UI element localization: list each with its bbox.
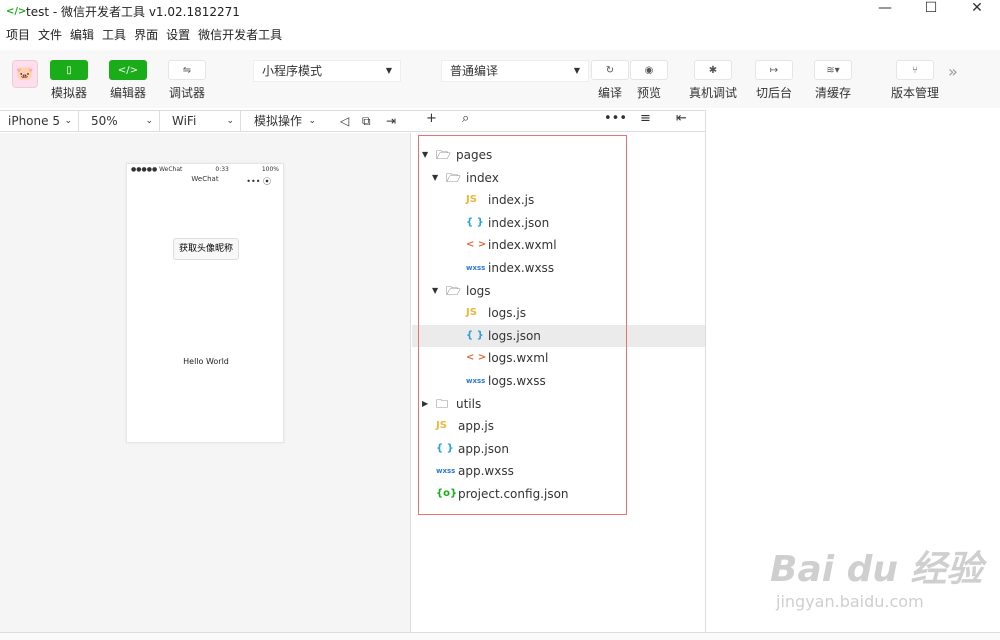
get-userinfo-button[interactable]: 获取头像昵称 bbox=[173, 238, 239, 260]
divider bbox=[78, 111, 79, 131]
compile-button[interactable]: ↻ 编译 bbox=[591, 60, 629, 101]
layers-icon: ≋▾ bbox=[814, 60, 852, 80]
menu-project[interactable]: 项目 bbox=[6, 24, 30, 46]
menu-file[interactable]: 文件 bbox=[38, 24, 62, 46]
switch-background-icon: ↦ bbox=[755, 60, 793, 80]
window-title: test - 微信开发者工具 v1.02.1812271 bbox=[26, 4, 240, 19]
debugger-label: 调试器 bbox=[168, 86, 205, 100]
background-label: 切后台 bbox=[755, 86, 792, 100]
background-button[interactable]: ↦ 切后台 bbox=[755, 60, 793, 101]
capsule-menu-icon[interactable]: ••• ⦿ bbox=[246, 176, 271, 187]
preview-button[interactable]: ◉ 预览 bbox=[630, 60, 668, 101]
hello-text: Hello World bbox=[183, 357, 229, 366]
menu-wechat-devtools[interactable]: 微信开发者工具 bbox=[198, 24, 282, 46]
main-toolbar: 🐷 ▯ 模拟器 </> 编辑器 ⇋ 调试器 小程序模式 ▼ 普通编译 ▼ ↻ 编… bbox=[0, 50, 1000, 108]
operation-value: 模拟操作 bbox=[254, 114, 303, 128]
add-icon[interactable]: + bbox=[426, 111, 437, 126]
status-bar bbox=[0, 632, 1000, 640]
zoom-select[interactable]: 50% ⌄ bbox=[83, 111, 159, 131]
chevron-down-icon: ▼ bbox=[385, 66, 392, 75]
simulator-button[interactable]: ▯ 模拟器 bbox=[50, 60, 88, 101]
operation-select[interactable]: 模拟操作 ⌄ bbox=[246, 111, 322, 131]
branch-icon: ⑂ bbox=[896, 60, 934, 80]
avatar[interactable]: 🐷 bbox=[12, 60, 38, 88]
minimize-icon[interactable]: — bbox=[862, 0, 908, 22]
compile-select-value: 普通编译 bbox=[450, 64, 499, 78]
mode-select[interactable]: 小程序模式 ▼ bbox=[253, 60, 401, 82]
menu-view[interactable]: 界面 bbox=[134, 24, 158, 46]
nav-title: WeChat bbox=[191, 175, 219, 183]
compile-select[interactable]: 普通编译 ▼ bbox=[441, 60, 589, 82]
title-bar: </> test - 微信开发者工具 v1.02.1812271 — ☐ ✕ bbox=[0, 0, 1000, 22]
chevron-down-icon: ⌄ bbox=[145, 116, 153, 126]
preview-label: 预览 bbox=[636, 86, 661, 100]
search-icon[interactable]: ⌕ bbox=[462, 111, 469, 126]
clear-cache-button[interactable]: ≋▾ 清缓存 bbox=[814, 60, 852, 101]
chevron-down-icon: ⌄ bbox=[64, 116, 72, 126]
watermark-url: jingyan.baidu.com bbox=[776, 592, 924, 611]
more-chevron-icon[interactable]: » bbox=[948, 62, 958, 81]
watermark: Bai du 经验 jingyan.baidu.com bbox=[770, 540, 983, 611]
version-label: 版本管理 bbox=[891, 86, 940, 100]
eye-icon: ◉ bbox=[630, 60, 668, 80]
battery-text: 100% bbox=[261, 166, 279, 173]
watermark-brand: Bai du 经验 bbox=[770, 549, 983, 590]
time-text: 0:33 bbox=[215, 166, 229, 173]
debugger-button[interactable]: ⇋ 调试器 bbox=[168, 60, 206, 101]
menu-tools[interactable]: 工具 bbox=[102, 24, 126, 46]
simulator-label: 模拟器 bbox=[50, 86, 87, 100]
network-value: WiFi bbox=[172, 114, 197, 128]
mode-select-value: 小程序模式 bbox=[262, 64, 323, 78]
sliders-icon: ⇋ bbox=[168, 60, 206, 80]
chevron-down-icon: ⌄ bbox=[308, 116, 316, 126]
menu-settings[interactable]: 设置 bbox=[166, 24, 190, 46]
window-mode-icon[interactable]: ⧉ bbox=[354, 111, 371, 131]
bug-icon: ✱ bbox=[694, 60, 732, 80]
divider bbox=[159, 111, 160, 131]
phone-icon: ▯ bbox=[50, 60, 88, 80]
file-tree-toolbar: + ⌕ ••• ≡ ⇤ bbox=[412, 110, 705, 132]
divider bbox=[240, 111, 241, 131]
menu-bar: 项目 文件 编辑 工具 界面 设置 微信开发者工具 bbox=[0, 24, 284, 46]
editor-label: 编辑器 bbox=[109, 86, 146, 100]
more-icon[interactable]: ••• bbox=[604, 111, 627, 126]
zoom-value: 50% bbox=[91, 114, 118, 128]
compile-label: 编译 bbox=[597, 86, 622, 100]
carrier-text: ●●●●● WeChat bbox=[131, 166, 183, 173]
close-icon[interactable]: ✕ bbox=[954, 0, 1000, 22]
menu-edit[interactable]: 编辑 bbox=[70, 24, 94, 46]
refresh-icon: ↻ bbox=[591, 60, 629, 80]
highlight-box bbox=[418, 135, 627, 515]
device-value: iPhone 5 bbox=[8, 114, 60, 128]
volume-icon[interactable]: ◁ bbox=[332, 111, 349, 131]
app-logo-icon: </> bbox=[6, 5, 27, 17]
remote-debug-label: 真机调试 bbox=[689, 86, 738, 100]
version-button[interactable]: ⑂ 版本管理 bbox=[891, 60, 939, 101]
detach-icon[interactable]: ⇥ bbox=[378, 111, 396, 131]
collapse-icon[interactable]: ≡ bbox=[640, 111, 651, 126]
chevron-down-icon: ▼ bbox=[573, 66, 580, 75]
window-controls: — ☐ ✕ bbox=[862, 0, 1000, 22]
editor-button[interactable]: </> 编辑器 bbox=[109, 60, 147, 101]
hide-panel-icon[interactable]: ⇤ bbox=[676, 111, 687, 126]
phone-nav-bar: WeChat ••• ⦿ bbox=[127, 175, 283, 189]
maximize-icon[interactable]: ☐ bbox=[908, 0, 954, 22]
device-select[interactable]: iPhone 5 ⌄ bbox=[0, 111, 78, 131]
phone-simulator[interactable]: ●●●●● WeChat 0:33 100% WeChat ••• ⦿ 获取头像… bbox=[126, 163, 284, 443]
simulator-panel: ●●●●● WeChat 0:33 100% WeChat ••• ⦿ 获取头像… bbox=[0, 133, 411, 633]
code-icon: </> bbox=[109, 60, 147, 80]
clear-cache-label: 清缓存 bbox=[814, 86, 851, 100]
remote-debug-button[interactable]: ✱ 真机调试 bbox=[689, 60, 737, 101]
network-select[interactable]: WiFi ⌄ bbox=[164, 111, 240, 131]
phone-status-bar: ●●●●● WeChat 0:33 100% bbox=[127, 164, 283, 175]
file-explorer: ▼ 🗁 pages ▼ 🗁 index JS index.js{ } index.json < >… bbox=[412, 133, 705, 633]
chevron-down-icon: ⌄ bbox=[226, 116, 234, 126]
